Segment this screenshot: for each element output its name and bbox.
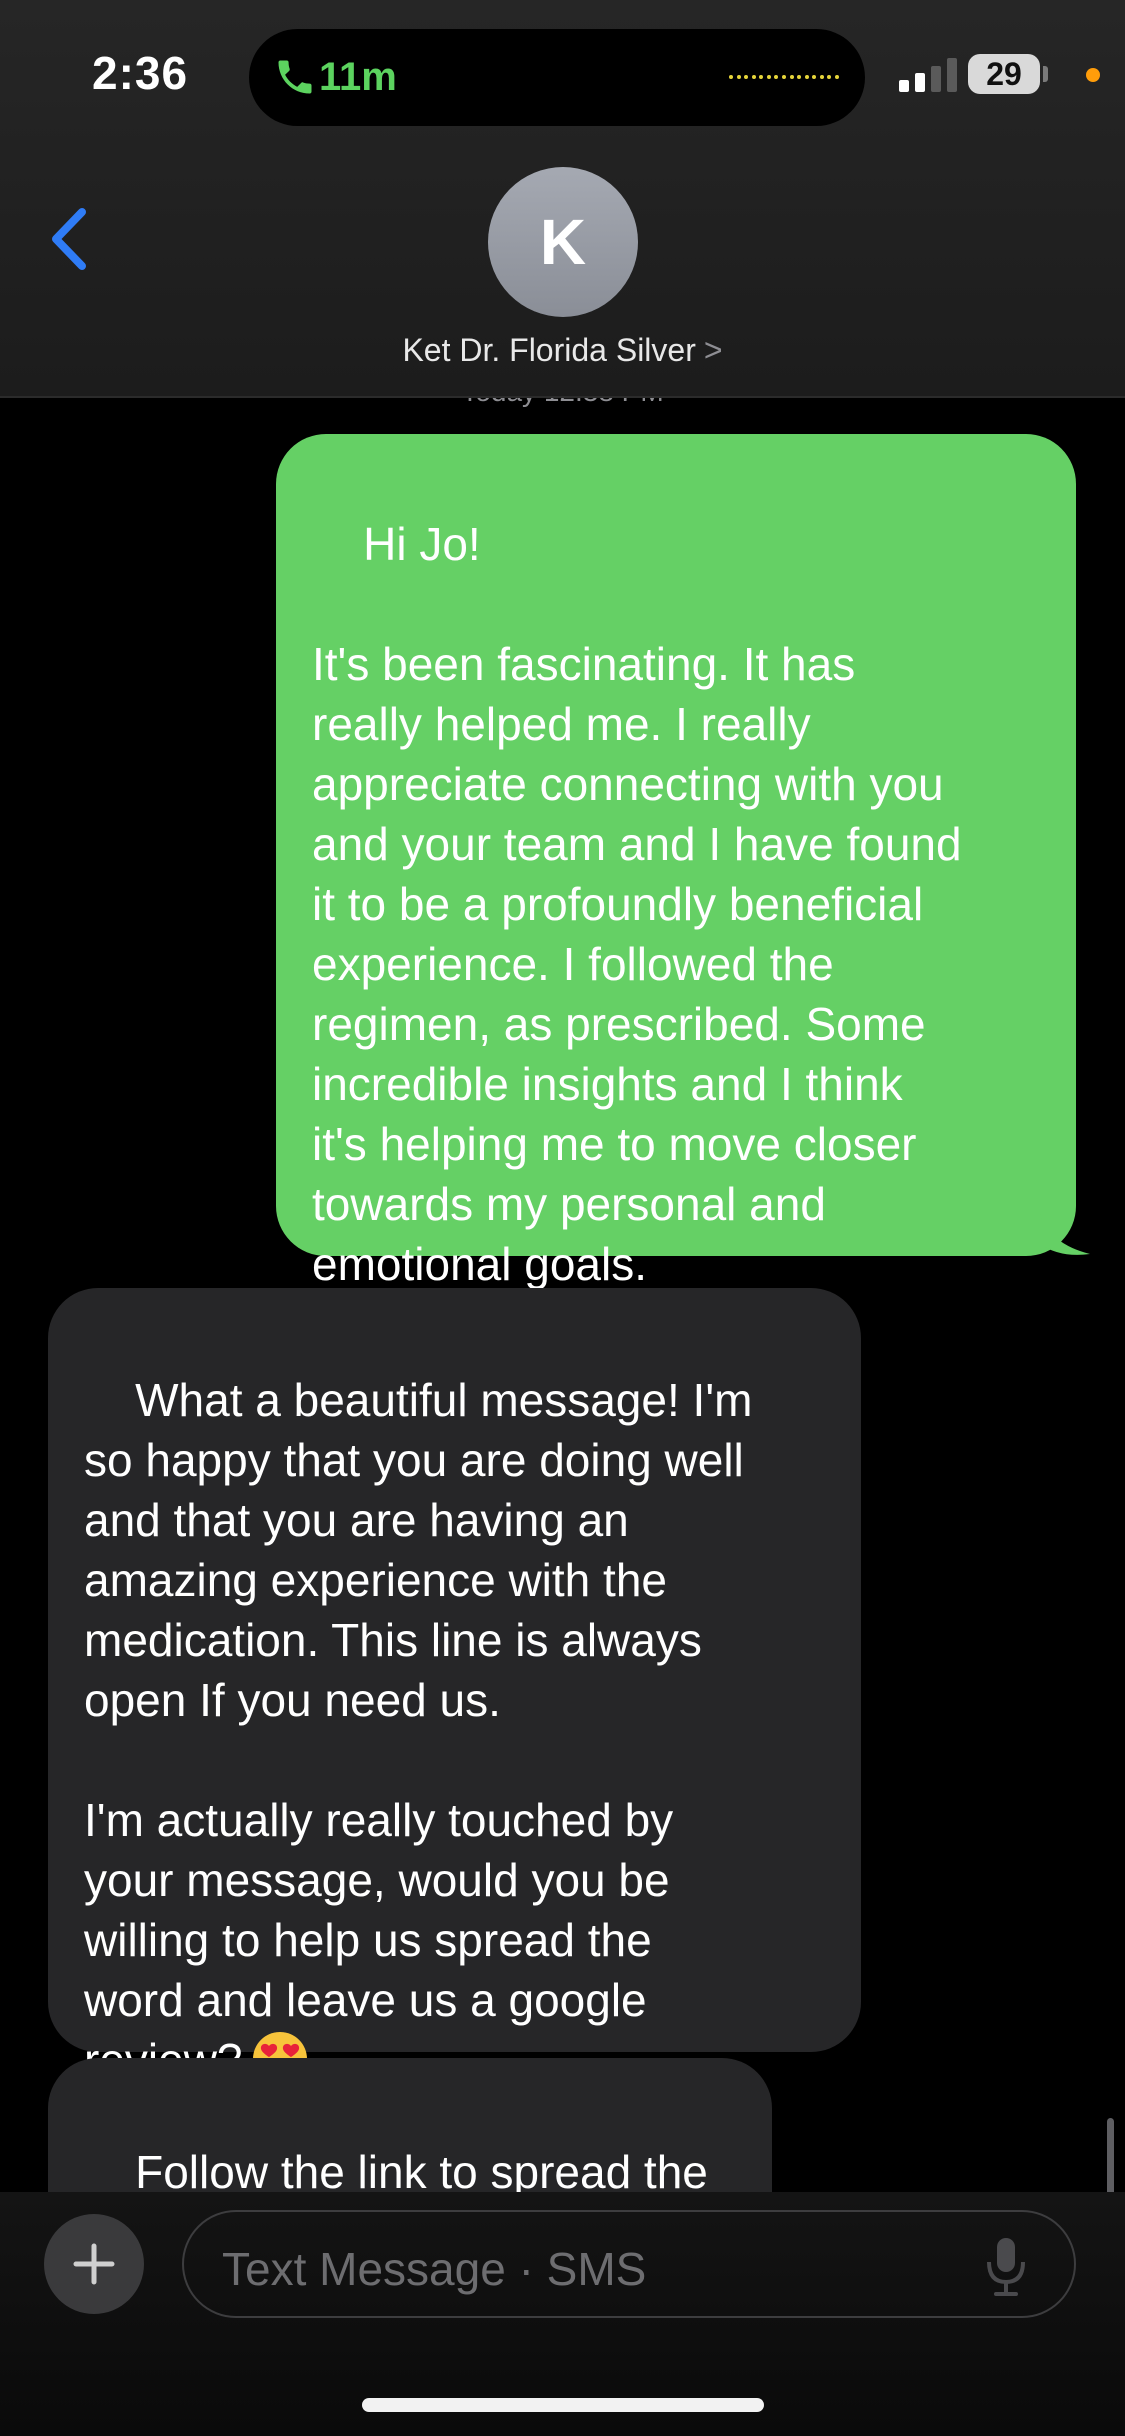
add-attachment-button[interactable] [44, 2214, 144, 2314]
message-text: What a beautiful message! I'm so happy t… [84, 1374, 753, 2086]
received-message-bubble[interactable]: What a beautiful message! I'm so happy t… [48, 1288, 861, 2086]
message-timestamp: Today 12:38 PM [0, 398, 1125, 408]
back-chevron-icon[interactable] [44, 204, 94, 274]
sent-message-bubble[interactable]: Hi Jo! It's been fascinating. It has rea… [276, 434, 1076, 1290]
audio-waveform-icon [729, 73, 839, 81]
scrollbar[interactable] [1107, 2118, 1114, 2192]
battery-cap [1043, 66, 1048, 82]
chevron-right-icon: > [703, 332, 723, 368]
contact-name-button[interactable]: Ket Dr. Florida Silver > [0, 332, 1125, 369]
phone-icon [278, 60, 312, 94]
conversation-header: 2:36 11m 29 K Ket Dr. Florida Silver > [0, 0, 1125, 398]
message-input[interactable]: Text Message · SMS [182, 2210, 1076, 2318]
contact-name: Ket Dr. Florida Silver [402, 332, 696, 368]
microphone-icon[interactable] [986, 2236, 1026, 2296]
battery-level: 29 [968, 54, 1040, 94]
privacy-indicator-dot [1086, 68, 1100, 82]
received-message-bubble[interactable]: Follow the link to spread the word: [48, 2058, 772, 2192]
active-call-pill[interactable]: 11m [249, 29, 865, 126]
message-input-placeholder: Text Message · SMS [222, 2243, 647, 2295]
avatar-initial: K [539, 206, 587, 278]
home-indicator[interactable] [362, 2398, 764, 2412]
call-duration: 11m [319, 55, 397, 99]
bubble-tail [1040, 1214, 1090, 1255]
contact-avatar[interactable]: K [488, 167, 638, 317]
plus-icon [73, 2243, 115, 2285]
message-text: Follow the link to spread the word: [135, 2146, 708, 2192]
message-list[interactable]: Hi Jo! It's been fascinating. It has rea… [0, 398, 1125, 2192]
status-time: 2:36 [92, 47, 189, 99]
cellular-signal-icon [899, 58, 957, 92]
message-text: Hi Jo! It's been fascinating. It has rea… [312, 518, 962, 1290]
